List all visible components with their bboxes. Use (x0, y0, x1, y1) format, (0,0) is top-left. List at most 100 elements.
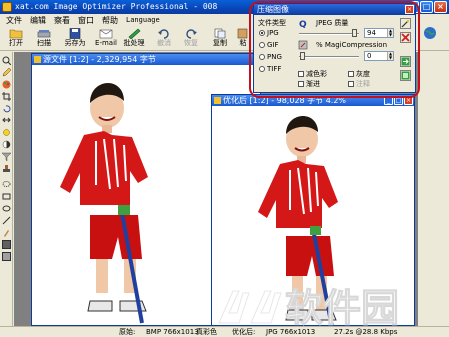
wand-button[interactable] (400, 18, 411, 29)
email-label: E-mail (95, 39, 117, 47)
menu-file[interactable]: 文件 (2, 14, 26, 27)
copy-icon (214, 28, 226, 39)
line-icon[interactable] (2, 216, 11, 225)
save-as-label: 另存为 (64, 39, 86, 47)
menu-window[interactable]: 窗口 (74, 14, 98, 27)
flip-icon[interactable] (2, 116, 11, 125)
palette-icon[interactable] (2, 80, 11, 89)
site-watermark: 软件园 (218, 286, 400, 327)
status-original-label: 原始: (119, 328, 136, 336)
redo-icon (186, 29, 197, 39)
filter-icon[interactable] (2, 152, 11, 161)
app-icon (2, 2, 12, 12)
batch-label: 批处理 (123, 39, 145, 47)
source-window-title: 源文件 [1:2] - 2,329,954 字节 (43, 55, 156, 64)
optimized-close-button[interactable]: × (404, 96, 413, 105)
preview-button[interactable] (400, 70, 411, 81)
paste-icon (237, 28, 248, 39)
type-jpg-radio[interactable]: JPG (259, 29, 279, 37)
magic-compression-label: % MagiCompression (316, 41, 388, 49)
status-optimized-label: 优化后: (232, 328, 256, 336)
svg-text:软件园: 软件园 (285, 286, 399, 327)
type-gif-radio[interactable]: GIF (259, 41, 279, 49)
quality-spinbox[interactable]: 94 ▲ ▼ (364, 28, 394, 38)
grayscale-checkbox[interactable]: 灰度 (348, 70, 370, 78)
type-tiff-radio[interactable]: TIFF (259, 65, 281, 73)
type-png-radio[interactable]: PNG (259, 53, 282, 61)
radio-dot (259, 54, 265, 60)
menu-view[interactable]: 察看 (50, 14, 74, 27)
quality-icon: Q (299, 20, 307, 28)
quality-slider-thumb[interactable] (352, 29, 357, 37)
contrast-icon[interactable] (2, 140, 11, 149)
magic-compression-slider[interactable] (299, 56, 359, 58)
scanner-icon (37, 30, 51, 38)
globe-icon[interactable] (423, 26, 437, 40)
quality-slider[interactable] (299, 33, 359, 35)
menu-edit[interactable]: 编辑 (26, 14, 50, 27)
progressive-checkbox[interactable]: 渐进 (298, 80, 320, 88)
menu-help[interactable]: 帮助 (98, 14, 122, 27)
crop-icon[interactable] (2, 92, 11, 101)
paste-button[interactable]: 粘 (236, 28, 250, 50)
copy-button[interactable]: 复制 (208, 28, 232, 50)
ellipse-icon[interactable] (2, 204, 11, 213)
undo-icon (158, 29, 169, 39)
scan-label: 扫描 (37, 39, 51, 47)
foreground-color-icon[interactable] (2, 240, 11, 249)
mail-icon (99, 29, 113, 39)
background-color-icon[interactable] (2, 252, 11, 261)
save-as-button[interactable]: 另存为 (60, 28, 90, 50)
optimized-maximize-button[interactable]: □ (394, 96, 403, 105)
dialog-title-bar[interactable]: 压缩图像 × (254, 4, 415, 15)
quality-label: JPEG 质量 (316, 19, 349, 27)
radio-dot (259, 30, 265, 36)
brush-icon[interactable] (2, 228, 11, 237)
copy-label: 复制 (213, 39, 227, 47)
red-x-icon (401, 33, 410, 42)
magic-compression-icon (298, 40, 308, 50)
zoom-icon[interactable] (2, 56, 11, 65)
magic-compression-spinbox[interactable]: 0 ▲ ▼ (364, 51, 394, 61)
menu-language[interactable]: Language (122, 14, 164, 27)
paste-label: 粘 (239, 39, 247, 47)
window-title: xat.com Image Optimizer Professional - 0… (15, 2, 218, 11)
magic-compression-slider-thumb[interactable] (300, 52, 305, 60)
status-original-color: 真彩色 (196, 328, 217, 336)
close-button[interactable]: × (434, 1, 447, 13)
folder-icon (9, 29, 23, 39)
rectangle-icon[interactable] (2, 192, 11, 201)
pencil-icon[interactable] (2, 68, 11, 77)
open-label: 打开 (9, 39, 23, 47)
preview-icon (401, 71, 410, 80)
checkbox-box (298, 71, 304, 77)
status-original-info: BMP 766x1013 (146, 328, 199, 336)
radio-dot (259, 66, 265, 72)
checkbox-box (348, 71, 354, 77)
status-optimized-info: JPG 766x1013 (266, 328, 316, 336)
left-tool-strip (0, 52, 13, 326)
wand-icon (401, 19, 410, 28)
stamp-icon[interactable] (2, 164, 11, 173)
email-button[interactable]: E-mail (91, 28, 121, 50)
scan-button[interactable]: 扫描 (32, 28, 56, 50)
reduce-color-checkbox[interactable]: 减色彩 (298, 70, 327, 78)
undo-button[interactable]: 撤消 (152, 28, 176, 50)
comment-checkbox[interactable]: 注释 (348, 80, 370, 88)
cancel-button[interactable] (400, 32, 411, 43)
lasso-icon[interactable] (2, 180, 11, 189)
optimized-minimize-button[interactable]: _ (384, 96, 393, 105)
open-button[interactable]: 打开 (4, 28, 28, 50)
brightness-icon[interactable] (2, 128, 11, 137)
redo-button[interactable]: 恢复 (179, 28, 203, 50)
dialog-close-button[interactable]: × (405, 5, 414, 14)
source-window-title-bar[interactable]: 源文件 [1:2] - 2,329,954 字节 (32, 54, 260, 65)
checkbox-box (348, 81, 354, 87)
apply-button[interactable] (400, 56, 411, 67)
optimized-window-title: 优化后 [1:2] - 98,028 字节 4.2% (223, 96, 347, 105)
floppy-icon (69, 28, 81, 39)
rotate-icon[interactable] (2, 104, 11, 113)
maximize-button[interactable]: □ (420, 1, 433, 13)
image-icon (214, 97, 221, 104)
batch-button[interactable]: 批处理 (121, 28, 147, 50)
